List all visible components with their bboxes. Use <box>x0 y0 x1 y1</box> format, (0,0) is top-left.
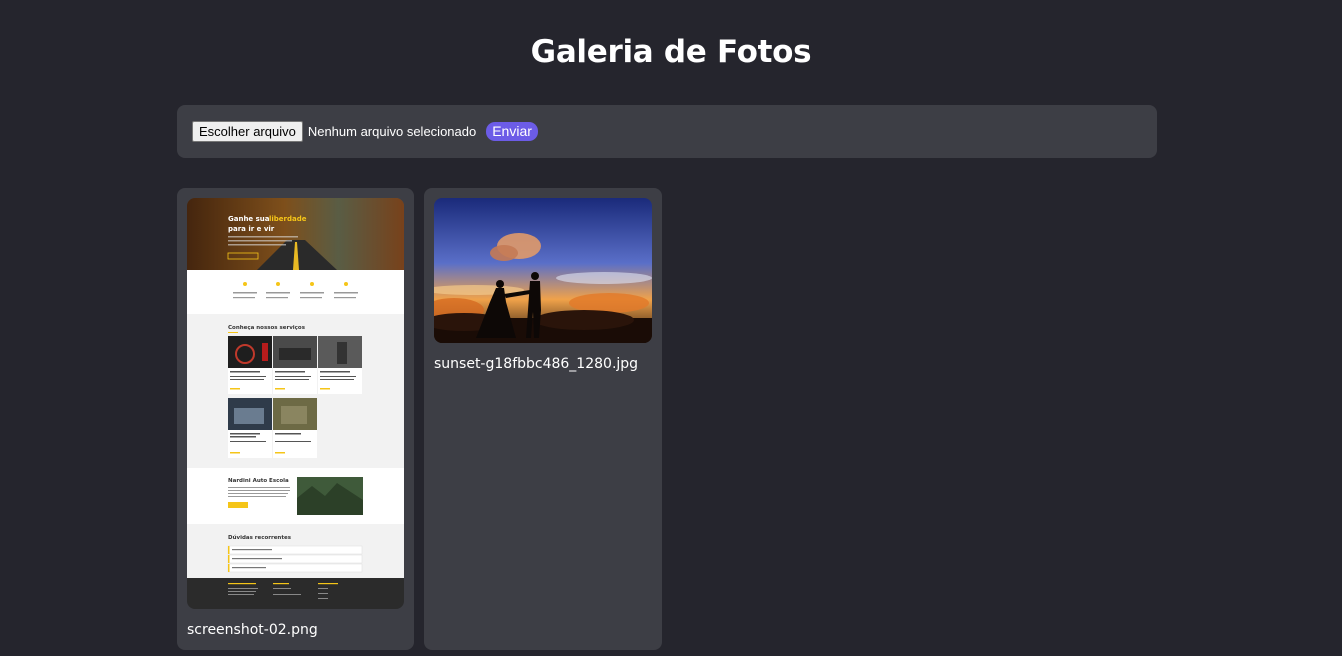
image-filename: screenshot-02.png <box>187 622 318 638</box>
gallery-card[interactable]: Ganhe sua liberdade para ir e vir Conheç… <box>177 188 414 650</box>
file-status-text: Nenhum arquivo selecionado <box>307 124 477 139</box>
sunset-photo-thumbnail[interactable] <box>434 198 652 343</box>
website-screenshot-thumbnail[interactable]: Ganhe sua liberdade para ir e vir Conheç… <box>187 198 404 609</box>
thumb-about-heading: Nardini Auto Escola <box>228 478 289 484</box>
sunset-couple-image <box>434 198 652 343</box>
thumb-hero-highlight: liberdade <box>269 215 307 223</box>
upload-form: Escolher arquivo Nenhum arquivo selecion… <box>177 105 1157 158</box>
choose-file-button[interactable]: Escolher arquivo <box>192 121 303 142</box>
gallery-page: Galeria de Fotos Escolher arquivo Nenhum… <box>0 0 1342 656</box>
thumb-hero-title-1: Ganhe sua <box>228 215 270 223</box>
gallery-card[interactable]: sunset-g18fbbc486_1280.jpg <box>424 188 662 650</box>
page-title: Galeria de Fotos <box>530 34 812 70</box>
thumb-hero-title-2: para ir e vir <box>228 225 275 233</box>
thumb-faq-heading: Dúvidas recorrentes <box>228 534 292 541</box>
image-filename: sunset-g18fbbc486_1280.jpg <box>434 356 639 372</box>
submit-button[interactable]: Enviar <box>486 122 538 141</box>
website-screenshot-image: Ganhe sua liberdade para ir e vir Conheç… <box>187 198 404 609</box>
thumb-services-heading: Conheça nossos serviços <box>228 325 306 331</box>
